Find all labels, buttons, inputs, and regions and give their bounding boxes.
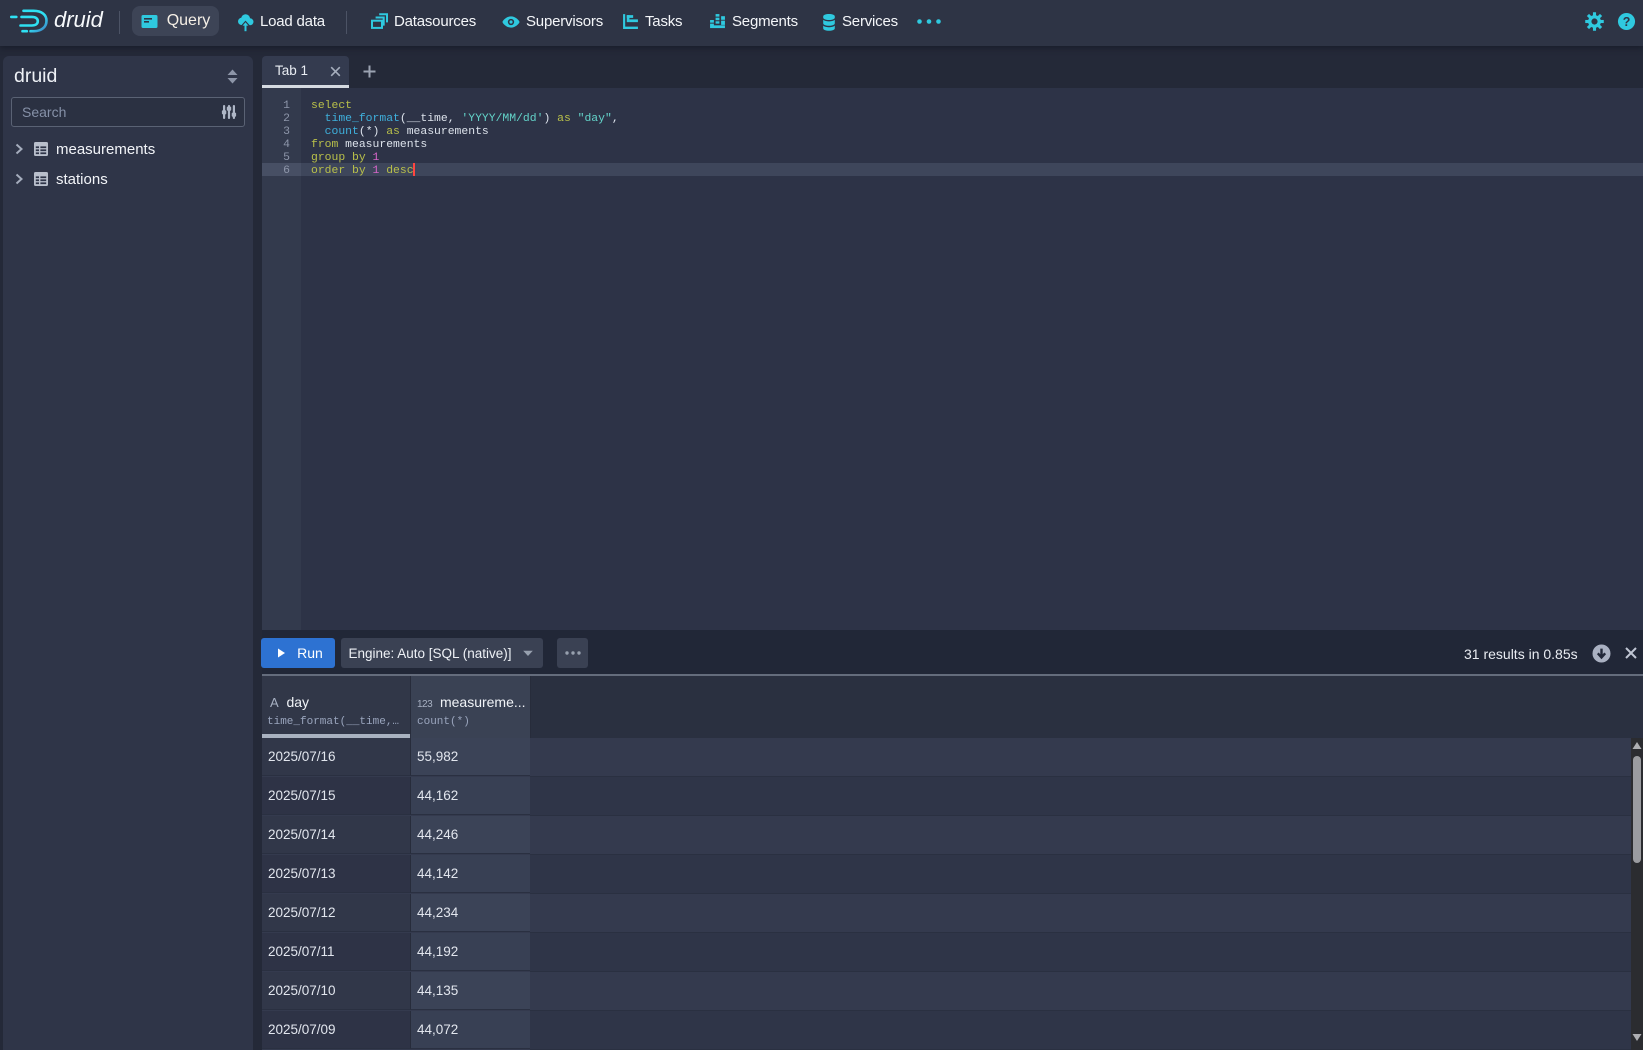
svg-text:?: ?	[1623, 15, 1631, 29]
